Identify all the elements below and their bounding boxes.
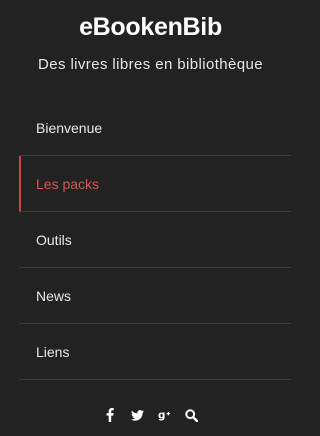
nav-item-outils[interactable]: Outils xyxy=(19,212,291,268)
main-nav: Bienvenue Les packs Outils News Liens xyxy=(19,100,291,380)
site-title[interactable]: eBookenBib xyxy=(0,11,301,43)
site-subtitle: Des livres libres en bibliothèque xyxy=(38,56,263,73)
nav-item-les-packs[interactable]: Les packs xyxy=(19,156,291,212)
facebook-icon[interactable] xyxy=(104,408,117,422)
nav-item-liens[interactable]: Liens xyxy=(19,324,291,380)
nav-item-bienvenue[interactable]: Bienvenue xyxy=(19,100,291,156)
nav-item-news[interactable]: News xyxy=(19,268,291,324)
svg-text:g: g xyxy=(158,409,165,421)
twitter-icon[interactable] xyxy=(130,408,144,422)
social-links: g xyxy=(0,408,301,422)
google-plus-icon[interactable]: g xyxy=(158,408,171,422)
search-icon[interactable] xyxy=(184,408,198,422)
